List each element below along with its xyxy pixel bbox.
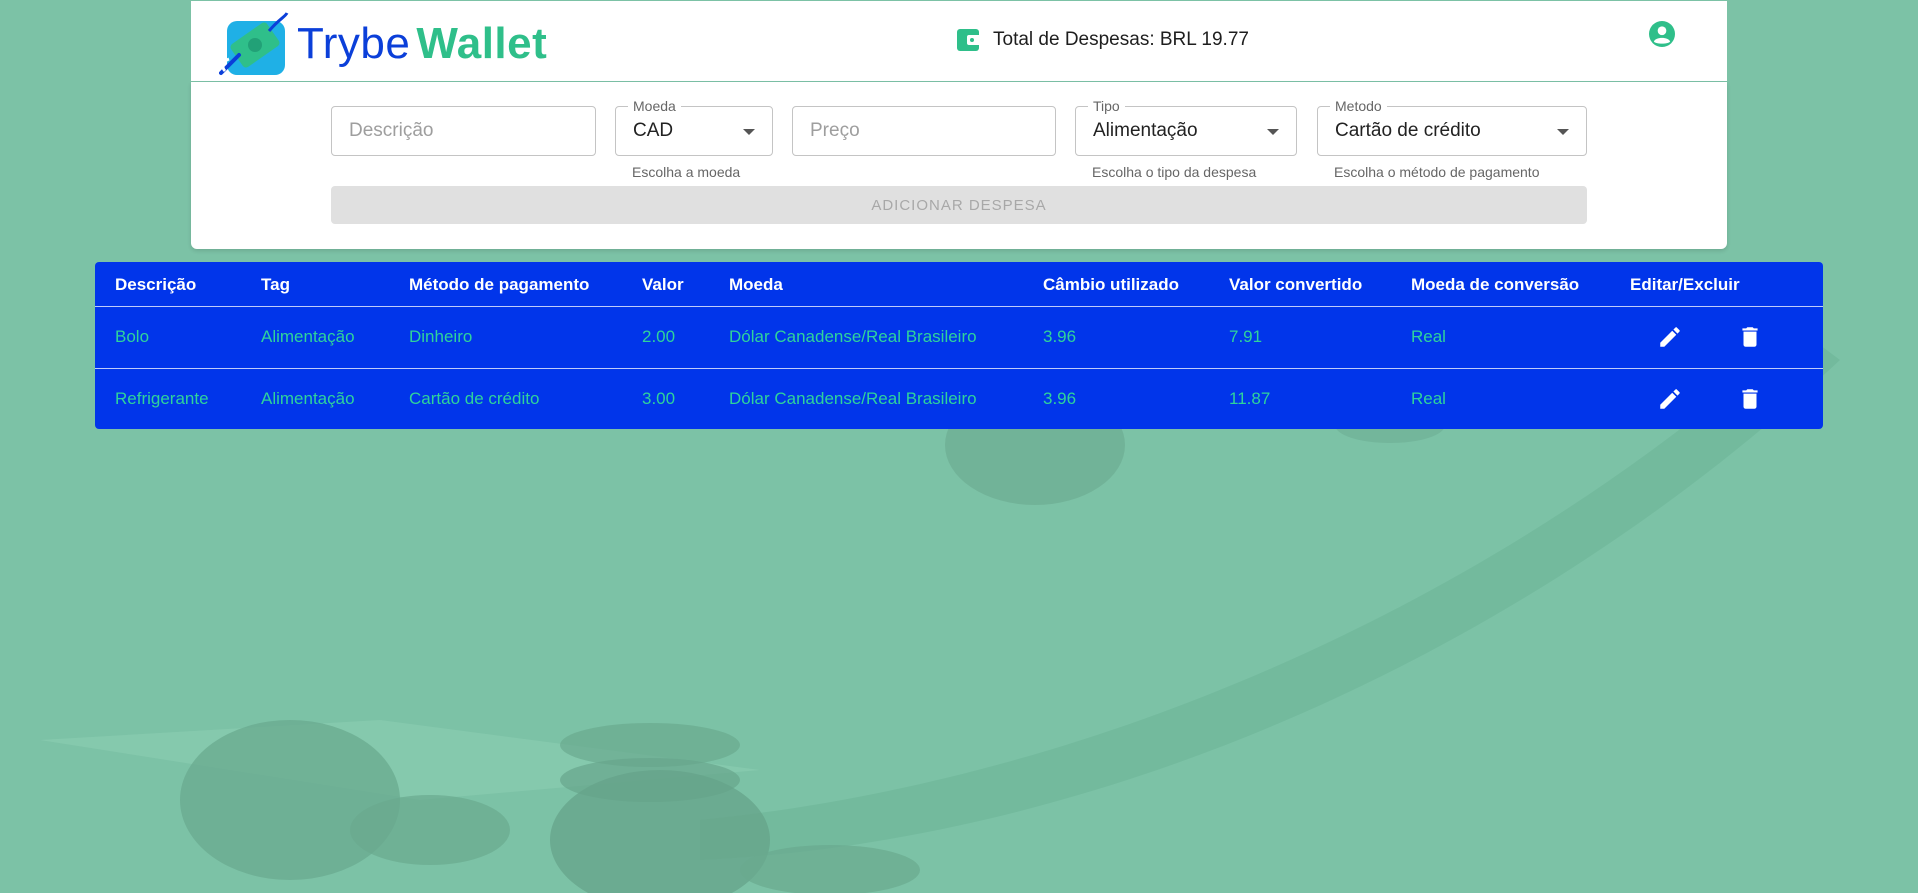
payment-method-helper: Escolha o método de pagamento	[1334, 164, 1540, 180]
cell-conversion-currency: Real	[1411, 327, 1446, 346]
wallet-logo-icon	[219, 12, 289, 75]
price-placeholder: Preço	[810, 120, 860, 141]
cell-currency: Dólar Canadense/Real Brasileiro	[729, 389, 977, 408]
expenses-table: Descrição Tag Método de pagamento Valor …	[95, 262, 1823, 429]
header-value: Valor	[642, 275, 684, 294]
currency-select[interactable]: Moeda CAD	[615, 97, 773, 156]
header-payment-method: Método de pagamento	[409, 275, 590, 294]
cell-currency: Dólar Canadense/Real Brasileiro	[729, 327, 977, 346]
currency-label: Moeda	[628, 97, 681, 115]
cell-converted-value: 11.87	[1229, 389, 1271, 408]
cell-value: 3.00	[642, 389, 676, 408]
table-row: Refrigerante Alimentação Cartão de crédi…	[95, 369, 1823, 430]
brand-logo: Trybe Wallet	[219, 11, 547, 77]
avatar[interactable]	[1649, 21, 1675, 52]
cell-tag: Alimentação	[261, 327, 355, 346]
wallet-icon	[957, 29, 981, 51]
cell-description: Refrigerante	[115, 389, 209, 408]
tag-value: Alimentação	[1093, 120, 1198, 141]
pencil-icon[interactable]	[1657, 324, 1683, 350]
header-conversion-currency: Moeda de conversão	[1411, 275, 1580, 294]
delete-button[interactable]	[1737, 386, 1763, 417]
price-input[interactable]: Preço	[792, 106, 1056, 156]
description-placeholder: Descrição	[349, 120, 434, 141]
currency-helper: Escolha a moeda	[632, 164, 741, 180]
trash-icon[interactable]	[1737, 386, 1763, 412]
description-input[interactable]: Descrição	[331, 106, 596, 156]
logo-wallet-text: Wallet	[416, 19, 548, 68]
cell-exchange-rate: 3.96	[1043, 327, 1077, 346]
delete-button[interactable]	[1737, 324, 1763, 355]
header-tag: Tag	[261, 275, 290, 294]
cell-exchange-rate: 3.96	[1043, 389, 1077, 408]
total-expenses-label: Total de Despesas: BRL 19.77	[993, 29, 1249, 50]
total-expenses: Total de Despesas: BRL 19.77	[957, 29, 1249, 51]
chevron-down-icon	[1267, 129, 1279, 135]
chevron-down-icon	[743, 129, 755, 135]
tag-select[interactable]: Tipo Alimentação	[1075, 97, 1297, 156]
add-expense-button[interactable]: ADICIONAR DESPESA	[331, 186, 1587, 224]
header-exchange-rate: Câmbio utilizado	[1043, 275, 1179, 294]
app-header: Trybe Wallet Total de Despesas: BRL 19.77	[191, 1, 1727, 81]
chevron-down-icon	[1557, 129, 1569, 135]
logo-trybe-text: Trybe	[297, 19, 411, 68]
trash-icon[interactable]	[1737, 324, 1763, 350]
expense-form: Descrição Moeda CAD Escolha a moeda Preç…	[191, 82, 1727, 249]
payment-method-select[interactable]: Metodo Cartão de crédito	[1317, 97, 1587, 156]
currency-value: CAD	[633, 120, 674, 141]
edit-button[interactable]	[1657, 324, 1683, 355]
payment-method-value: Cartão de crédito	[1335, 120, 1481, 141]
pencil-icon[interactable]	[1657, 386, 1683, 412]
edit-button[interactable]	[1657, 386, 1683, 417]
tag-label: Tipo	[1088, 97, 1125, 115]
payment-method-label: Metodo	[1330, 97, 1387, 115]
header-edit-delete: Editar/Excluir	[1630, 275, 1740, 294]
header-converted-value: Valor convertido	[1229, 275, 1363, 294]
account-circle-icon[interactable]	[1649, 21, 1675, 47]
cell-value: 2.00	[642, 327, 676, 346]
header-description: Descrição	[115, 275, 197, 294]
cell-description: Bolo	[115, 327, 150, 346]
tag-helper: Escolha o tipo da despesa	[1092, 164, 1257, 180]
cell-payment-method: Cartão de crédito	[409, 389, 540, 408]
header-currency: Moeda	[729, 275, 783, 294]
logo-text: Trybe Wallet	[297, 19, 547, 69]
cell-converted-value: 7.91	[1229, 327, 1263, 346]
cell-tag: Alimentação	[261, 389, 355, 408]
cell-payment-method: Dinheiro	[409, 327, 473, 346]
table-header: Descrição Tag Método de pagamento Valor …	[95, 262, 1823, 307]
table-row: Bolo Alimentação Dinheiro 2.00 Dólar Can…	[95, 307, 1823, 369]
cell-conversion-currency: Real	[1411, 389, 1446, 408]
